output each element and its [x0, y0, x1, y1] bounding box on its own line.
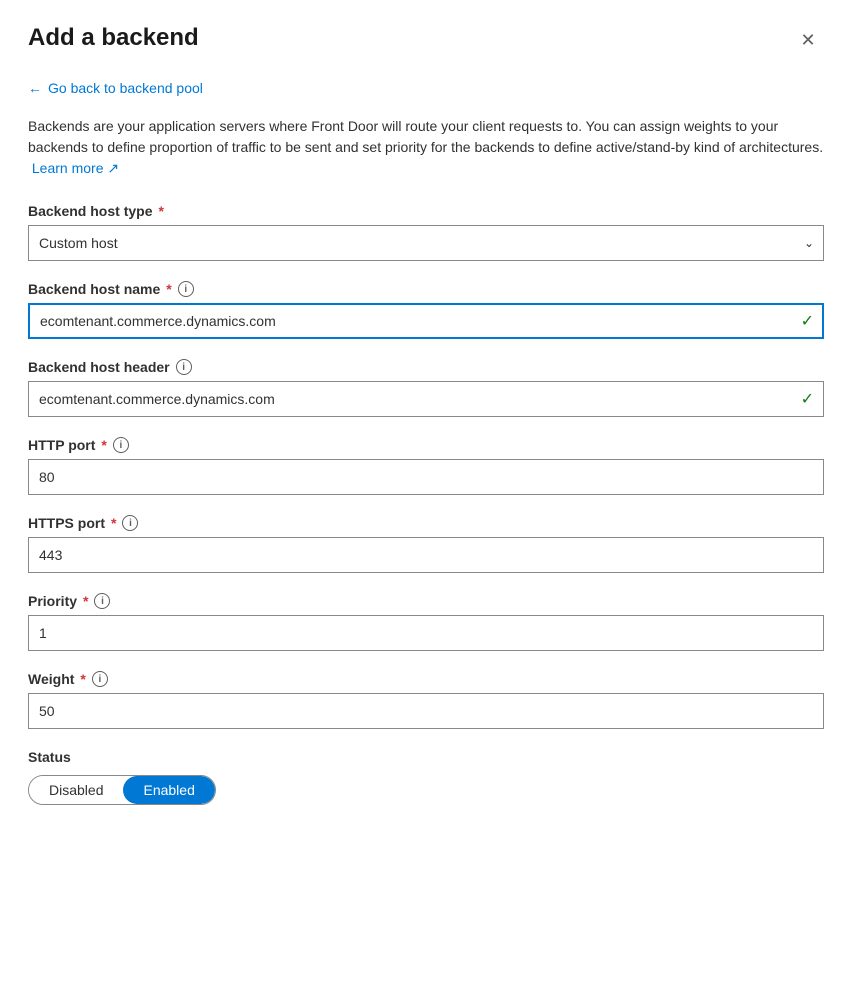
backend-host-name-info-icon[interactable]: i: [178, 281, 194, 297]
backend-host-type-select[interactable]: Custom host App service Cloud service St…: [28, 225, 824, 261]
status-toggle-group: Disabled Enabled: [28, 775, 216, 805]
back-link-text: Go back to backend pool: [48, 80, 203, 96]
backend-host-header-info-icon[interactable]: i: [176, 359, 192, 375]
backend-host-header-input-wrapper: ✓: [28, 381, 824, 417]
status-label: Status: [28, 749, 824, 765]
backend-host-header-field: Backend host header i ✓: [28, 359, 824, 417]
https-port-input[interactable]: [28, 537, 824, 573]
required-star: *: [158, 203, 163, 219]
backend-host-name-label: Backend host name * i: [28, 281, 824, 297]
http-port-info-icon[interactable]: i: [113, 437, 129, 453]
backend-host-type-label: Backend host type *: [28, 203, 824, 219]
status-field: Status Disabled Enabled: [28, 749, 824, 805]
weight-field: Weight * i: [28, 671, 824, 729]
required-star-5: *: [83, 593, 88, 609]
priority-input[interactable]: [28, 615, 824, 651]
weight-info-icon[interactable]: i: [92, 671, 108, 687]
backend-host-header-input[interactable]: [28, 381, 824, 417]
check-icon-header: ✓: [801, 389, 814, 409]
priority-label: Priority * i: [28, 593, 824, 609]
close-button[interactable]: ✕: [792, 24, 824, 56]
panel-header: Add a backend ✕: [28, 24, 824, 56]
backend-host-type-select-wrapper: Custom host App service Cloud service St…: [28, 225, 824, 261]
priority-info-icon[interactable]: i: [94, 593, 110, 609]
required-star-3: *: [101, 437, 106, 453]
back-link[interactable]: ← Go back to backend pool: [28, 80, 203, 96]
check-icon-hostname: ✓: [801, 311, 814, 331]
https-port-info-icon[interactable]: i: [122, 515, 138, 531]
required-star-6: *: [80, 671, 85, 687]
external-link-icon: ↗: [107, 160, 119, 176]
backend-host-name-input[interactable]: [28, 303, 824, 339]
add-backend-panel: Add a backend ✕ ← Go back to backend poo…: [0, 0, 852, 1007]
required-star-4: *: [111, 515, 116, 531]
back-arrow-icon: ←: [28, 80, 42, 96]
http-port-label: HTTP port * i: [28, 437, 824, 453]
https-port-label: HTTPS port * i: [28, 515, 824, 531]
required-star-2: *: [166, 281, 171, 297]
status-enabled-option[interactable]: Enabled: [123, 776, 214, 804]
priority-field: Priority * i: [28, 593, 824, 651]
http-port-input[interactable]: [28, 459, 824, 495]
status-disabled-option[interactable]: Disabled: [29, 776, 123, 804]
backend-host-type-field: Backend host type * Custom host App serv…: [28, 203, 824, 261]
close-icon: ✕: [800, 31, 815, 49]
backend-host-header-label: Backend host header i: [28, 359, 824, 375]
weight-label: Weight * i: [28, 671, 824, 687]
https-port-field: HTTPS port * i: [28, 515, 824, 573]
description-text: Backends are your application servers wh…: [28, 116, 824, 179]
learn-more-link[interactable]: Learn more ↗: [32, 160, 119, 176]
page-title: Add a backend: [28, 24, 199, 53]
weight-input[interactable]: [28, 693, 824, 729]
http-port-field: HTTP port * i: [28, 437, 824, 495]
backend-host-name-input-wrapper: ✓: [28, 303, 824, 339]
backend-host-name-field: Backend host name * i ✓: [28, 281, 824, 339]
